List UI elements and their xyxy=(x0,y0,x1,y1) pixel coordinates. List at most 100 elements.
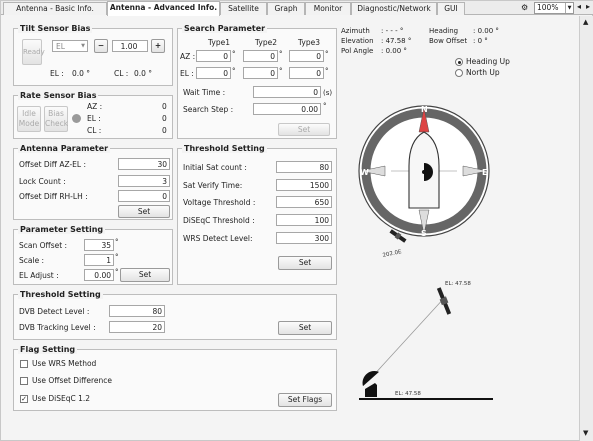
search-az-label: AZ : xyxy=(180,52,196,61)
tab-monitor[interactable]: Monitor xyxy=(305,2,351,15)
diseqc-threshold-input[interactable]: 100 xyxy=(276,214,332,226)
search-az-type3-input[interactable]: 0 xyxy=(289,50,324,62)
rate-cl-value: 0 xyxy=(162,126,167,135)
tilt-value-input[interactable]: 1.00 xyxy=(112,40,148,52)
rate-el-label: EL : xyxy=(87,114,101,123)
lock-count-label: Lock Count : xyxy=(19,177,66,186)
tab-diagnostic-network[interactable]: Diagnostic/Network xyxy=(351,2,437,15)
tab-scroll-right-icon[interactable]: ▸ xyxy=(586,2,590,11)
chevron-down-icon: ▼ xyxy=(81,43,85,49)
deg-unit: ° xyxy=(115,268,119,276)
search-step-input[interactable]: 0.00 xyxy=(253,103,321,115)
dvb-tracking-level-input[interactable]: 20 xyxy=(109,321,165,333)
chevron-down-icon: ▼ xyxy=(565,3,573,13)
scroll-up-icon[interactable]: ▲ xyxy=(583,18,588,26)
search-az-type2-input[interactable]: 0 xyxy=(243,50,278,62)
deg-unit: ° xyxy=(325,50,329,58)
search-parameter-group: Search Parameter Type1 Type2 Type3 AZ : … xyxy=(177,24,337,139)
dvb-threshold-set-button[interactable]: Set xyxy=(278,321,332,335)
offset-diff-rh-lh-input[interactable]: 0 xyxy=(118,190,170,202)
use-diseqc-checkbox[interactable]: ✓ xyxy=(20,395,28,403)
sat-verify-time-input[interactable]: 1500 xyxy=(276,179,332,191)
compass-view: N S W E 202.0E xyxy=(358,105,490,259)
search-az-type1-input[interactable]: 0 xyxy=(196,50,231,62)
wait-time-input[interactable]: 0 xyxy=(253,86,321,98)
rate-az-label: AZ : xyxy=(87,102,103,111)
antenna-set-button[interactable]: Set xyxy=(118,205,170,218)
deg-unit: ° xyxy=(279,67,283,75)
lock-count-input[interactable]: 3 xyxy=(118,175,170,187)
north-up-radio[interactable] xyxy=(455,69,463,77)
search-step-label: Search Step : xyxy=(183,105,234,114)
use-wrs-method-checkbox[interactable] xyxy=(20,360,28,368)
threshold-set-button[interactable]: Set xyxy=(278,256,332,270)
parameter-set-button[interactable]: Set xyxy=(120,268,170,282)
wrs-detect-level-label: WRS Detect Level: xyxy=(183,234,253,243)
tab-antenna-basic-info[interactable]: Antenna - Basic Info. xyxy=(3,2,107,15)
settings-pin-icon[interactable]: ⚙ xyxy=(521,3,528,12)
increment-button[interactable]: + xyxy=(151,39,165,53)
dvb-threshold-setting-title: Threshold Setting xyxy=(18,290,103,299)
tab-graph[interactable]: Graph xyxy=(267,2,305,15)
set-flags-button[interactable]: Set Flags xyxy=(278,393,332,407)
azimuth-label: Azimuth xyxy=(341,27,370,35)
threshold-setting-title: Threshold Setting xyxy=(182,144,267,153)
scale-input[interactable]: 1 xyxy=(84,254,114,266)
tab-gui[interactable]: GUI xyxy=(437,2,465,15)
compass-w-label: W xyxy=(360,168,369,177)
elevation-beam-line xyxy=(370,295,447,379)
tab-antenna-advanced-info[interactable]: Antenna - Advanced Info. xyxy=(107,1,220,16)
decrement-button[interactable]: − xyxy=(94,39,108,53)
tab-bar: Antenna - Basic Info. Antenna - Advanced… xyxy=(1,1,593,16)
dvb-detect-level-input[interactable]: 80 xyxy=(109,305,165,317)
deg-unit: ° xyxy=(325,67,329,75)
ready-button[interactable]: Ready xyxy=(22,39,45,65)
tilt-cl-value: 0.0 ° xyxy=(134,69,153,78)
tab-scroll-left-icon[interactable]: ◂ xyxy=(577,2,581,11)
search-parameter-title: Search Parameter xyxy=(182,24,268,33)
scan-offset-input[interactable]: 35 xyxy=(84,239,114,251)
search-el-type1-input[interactable]: 0 xyxy=(196,67,231,79)
elevation-value: : 47.58 ° xyxy=(381,37,412,45)
compass-n-label: N xyxy=(421,105,428,114)
initial-sat-count-input[interactable]: 80 xyxy=(276,161,332,173)
diseqc-threshold-label: DiSEqC Threshold : xyxy=(183,216,255,225)
dvb-tracking-level-label: DVB Tracking Level : xyxy=(19,323,96,332)
offset-diff-rh-lh-label: Offset Diff RH-LH : xyxy=(19,192,88,201)
antenna-base-icon xyxy=(365,383,377,397)
axis-select[interactable]: EL ▼ xyxy=(52,40,88,52)
antenna-center xyxy=(422,170,426,174)
wrs-detect-level-input[interactable]: 300 xyxy=(276,232,332,244)
dvb-detect-level-label: DVB Detect Level : xyxy=(19,307,90,316)
parameter-setting-title: Parameter Setting xyxy=(18,225,106,234)
rate-cl-label: CL : xyxy=(87,126,102,135)
search-el-type2-input[interactable]: 0 xyxy=(243,67,278,79)
wait-time-unit: (s) xyxy=(323,89,333,97)
offset-diff-az-el-input[interactable]: 30 xyxy=(118,158,170,170)
rate-sensor-bias-title: Rate Sensor Bias xyxy=(18,91,99,100)
search-set-button[interactable]: Set xyxy=(278,123,330,136)
tab-satellite[interactable]: Satellite xyxy=(220,2,267,15)
azimuth-value: : - - - ° xyxy=(381,27,404,35)
type1-header: Type1 xyxy=(208,38,230,47)
heading-label: Heading xyxy=(429,27,459,35)
rate-az-value: 0 xyxy=(162,102,167,111)
tilt-el-label: EL : xyxy=(50,69,64,78)
type3-header: Type3 xyxy=(298,38,320,47)
use-offset-difference-label: Use Offset Difference xyxy=(32,376,112,385)
scroll-down-icon[interactable]: ▼ xyxy=(583,429,588,437)
compass-e-label: E xyxy=(482,168,487,177)
compass-s-label: S xyxy=(421,229,427,238)
vertical-scrollbar[interactable]: ▲ ▼ xyxy=(579,16,593,441)
search-el-type3-input[interactable]: 0 xyxy=(289,67,324,79)
heading-up-radio[interactable] xyxy=(455,58,463,66)
antenna-parameter-title: Antenna Parameter xyxy=(18,144,111,153)
bias-check-button[interactable]: Bias Check xyxy=(44,106,68,132)
tilt-sensor-bias-title: Tilt Sensor Bias xyxy=(18,24,93,33)
voltage-threshold-input[interactable]: 650 xyxy=(276,196,332,208)
use-offset-difference-checkbox[interactable] xyxy=(20,377,28,385)
el-adjust-input[interactable]: 0.00 xyxy=(84,269,114,281)
zoom-select[interactable]: 100% ▼ xyxy=(534,2,574,14)
deg-unit: ° xyxy=(115,253,119,261)
idle-mode-button[interactable]: Idle Mode xyxy=(17,106,41,132)
